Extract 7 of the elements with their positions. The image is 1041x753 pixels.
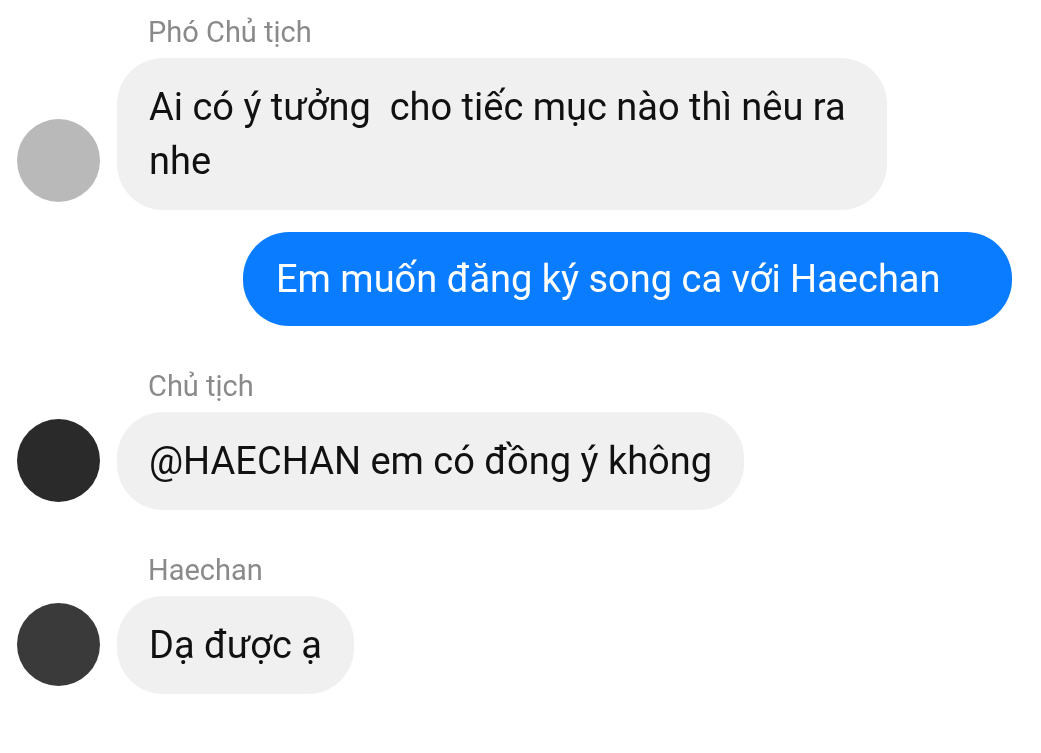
sender-name: Haechan: [148, 552, 264, 589]
message-bubble: @HAECHAN em có đồng ý không: [117, 412, 745, 510]
sender-name: Chủ tịch: [148, 368, 255, 405]
message-bubble: Ai có ý tưởng cho tiếc mục nào thì nêu ra nhe: [117, 58, 887, 210]
message-bubble: Em muốn đăng ký song ca với Haechan: [243, 232, 1012, 326]
sender-name: Phó Chủ tịch: [148, 14, 313, 51]
message-bubble: Dạ được ạ: [117, 596, 354, 694]
